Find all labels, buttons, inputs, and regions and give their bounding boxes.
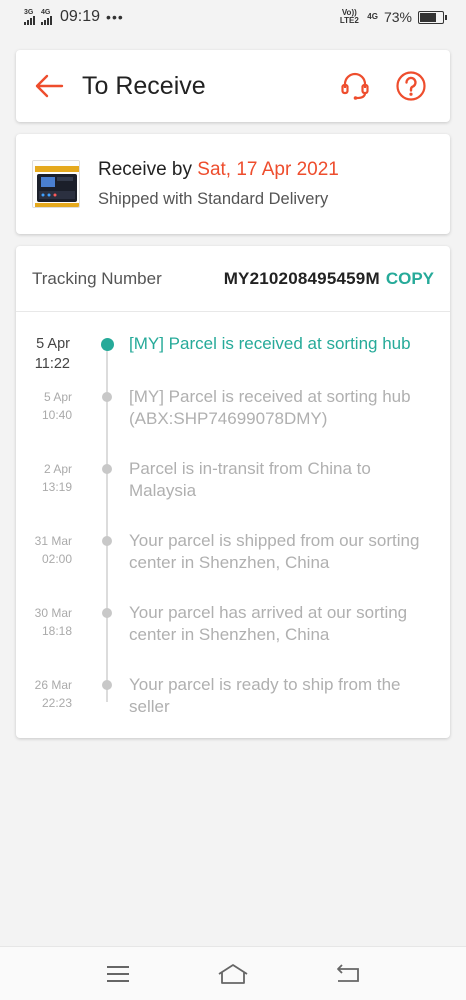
network-type-label: 3G (24, 9, 34, 16)
event-datetime: 5 Apr 10:40 (16, 388, 72, 424)
chat-support-button[interactable] (338, 69, 372, 103)
timeline-dot (102, 680, 112, 690)
event-time: 13:19 (41, 480, 72, 494)
event-date: 31 Mar (34, 534, 72, 548)
battery-level (420, 12, 437, 22)
event-description: Your parcel is ready to ship from the se… (129, 675, 401, 716)
home-icon (218, 963, 248, 984)
page-title: To Receive (82, 71, 206, 100)
tracking-number-label: Tracking Number (32, 268, 162, 288)
event-date: 5 Apr (43, 390, 72, 404)
page-header: To Receive (16, 50, 450, 122)
event-date: 5 Apr (36, 336, 70, 352)
tracking-timeline: 5 Apr 11:22 [MY] Parcel is received at s… (16, 312, 450, 738)
tracking-header: Tracking Number MY210208495459M COPY (16, 246, 450, 312)
event-datetime: 26 Mar 22:23 (16, 676, 72, 712)
volte-icon: Vo)) LTE2 (339, 8, 359, 25)
event-time: 10:40 (41, 408, 72, 422)
network-4g-icon: 4G (367, 12, 378, 21)
event-time: 11:22 (34, 356, 70, 372)
arrow-left-icon (35, 74, 64, 98)
product-image (33, 161, 79, 207)
event-date: 26 Mar (34, 678, 72, 692)
home-button[interactable] (213, 959, 253, 989)
event-time: 22:23 (41, 696, 72, 710)
menu-icon (106, 965, 129, 982)
tracking-card: Tracking Number MY210208495459M COPY 5 A… (16, 246, 450, 738)
event-description: [MY] Parcel is received at sorting hub (129, 334, 411, 353)
copy-tracking-button[interactable]: COPY (386, 269, 434, 289)
status-bar-left: 3G 4G 09:19 ••• (24, 8, 124, 26)
receive-date: Sat, 17 Apr 2021 (197, 159, 339, 180)
event-description: Your parcel has arrived at our sorting c… (129, 603, 408, 644)
network-type-label: 4G (41, 9, 51, 16)
event-description: Parcel is in-transit from China to Malay… (129, 459, 371, 500)
event-time: 02:00 (41, 552, 72, 566)
back-button[interactable] (32, 69, 66, 103)
event-datetime: 31 Mar 02:00 (16, 532, 72, 568)
event-datetime: 5 Apr 11:22 (16, 334, 70, 374)
signal-3g-icon: 3G (24, 9, 35, 25)
timeline-dot (102, 536, 112, 546)
event-time: 18:18 (41, 624, 72, 638)
event-datetime: 2 Apr 13:19 (16, 460, 72, 496)
battery-icon (418, 10, 447, 24)
shipping-method: Shipped with Standard Delivery (98, 190, 329, 208)
event-description: [MY] Parcel is received at sorting hub (… (129, 387, 411, 428)
status-bar-right: Vo)) LTE2 4G 73% (337, 8, 447, 25)
help-button[interactable] (394, 69, 428, 103)
tracking-number-group: MY210208495459M COPY (224, 269, 434, 289)
delivery-text: Receive by Sat, 17 Apr 2021 Shipped with… (98, 159, 339, 209)
timeline-dot (102, 608, 112, 618)
battery-percent: 73% (383, 9, 412, 25)
delivery-summary-card: Receive by Sat, 17 Apr 2021 Shipped with… (16, 134, 450, 234)
timeline-dot (102, 392, 112, 402)
tracking-number: MY210208495459M (223, 268, 380, 288)
signal-4g-icon: 4G (41, 9, 52, 25)
status-bar: 3G 4G 09:19 ••• Vo)) LTE2 4G 73% (0, 0, 466, 34)
clock: 09:19 (60, 8, 101, 25)
question-icon (396, 71, 426, 101)
event-description: Your parcel is shipped from our sorting … (129, 531, 420, 572)
event-date: 2 Apr (43, 462, 72, 476)
receive-by-line: Receive by Sat, 17 Apr 2021 (98, 159, 339, 181)
product-thumbnail (32, 160, 80, 208)
timeline-dot (102, 464, 112, 474)
return-icon (337, 963, 360, 982)
recent-apps-button[interactable] (98, 959, 138, 989)
timeline-dot-active (101, 338, 114, 351)
back-nav-button[interactable] (328, 959, 368, 989)
receive-by-label: Receive by (98, 159, 192, 180)
event-date: 30 Mar (34, 606, 72, 620)
system-nav-bar (0, 946, 466, 1000)
event-datetime: 30 Mar 18:18 (16, 604, 72, 640)
more-notifications-icon: ••• (106, 9, 124, 25)
headset-icon (341, 72, 369, 100)
